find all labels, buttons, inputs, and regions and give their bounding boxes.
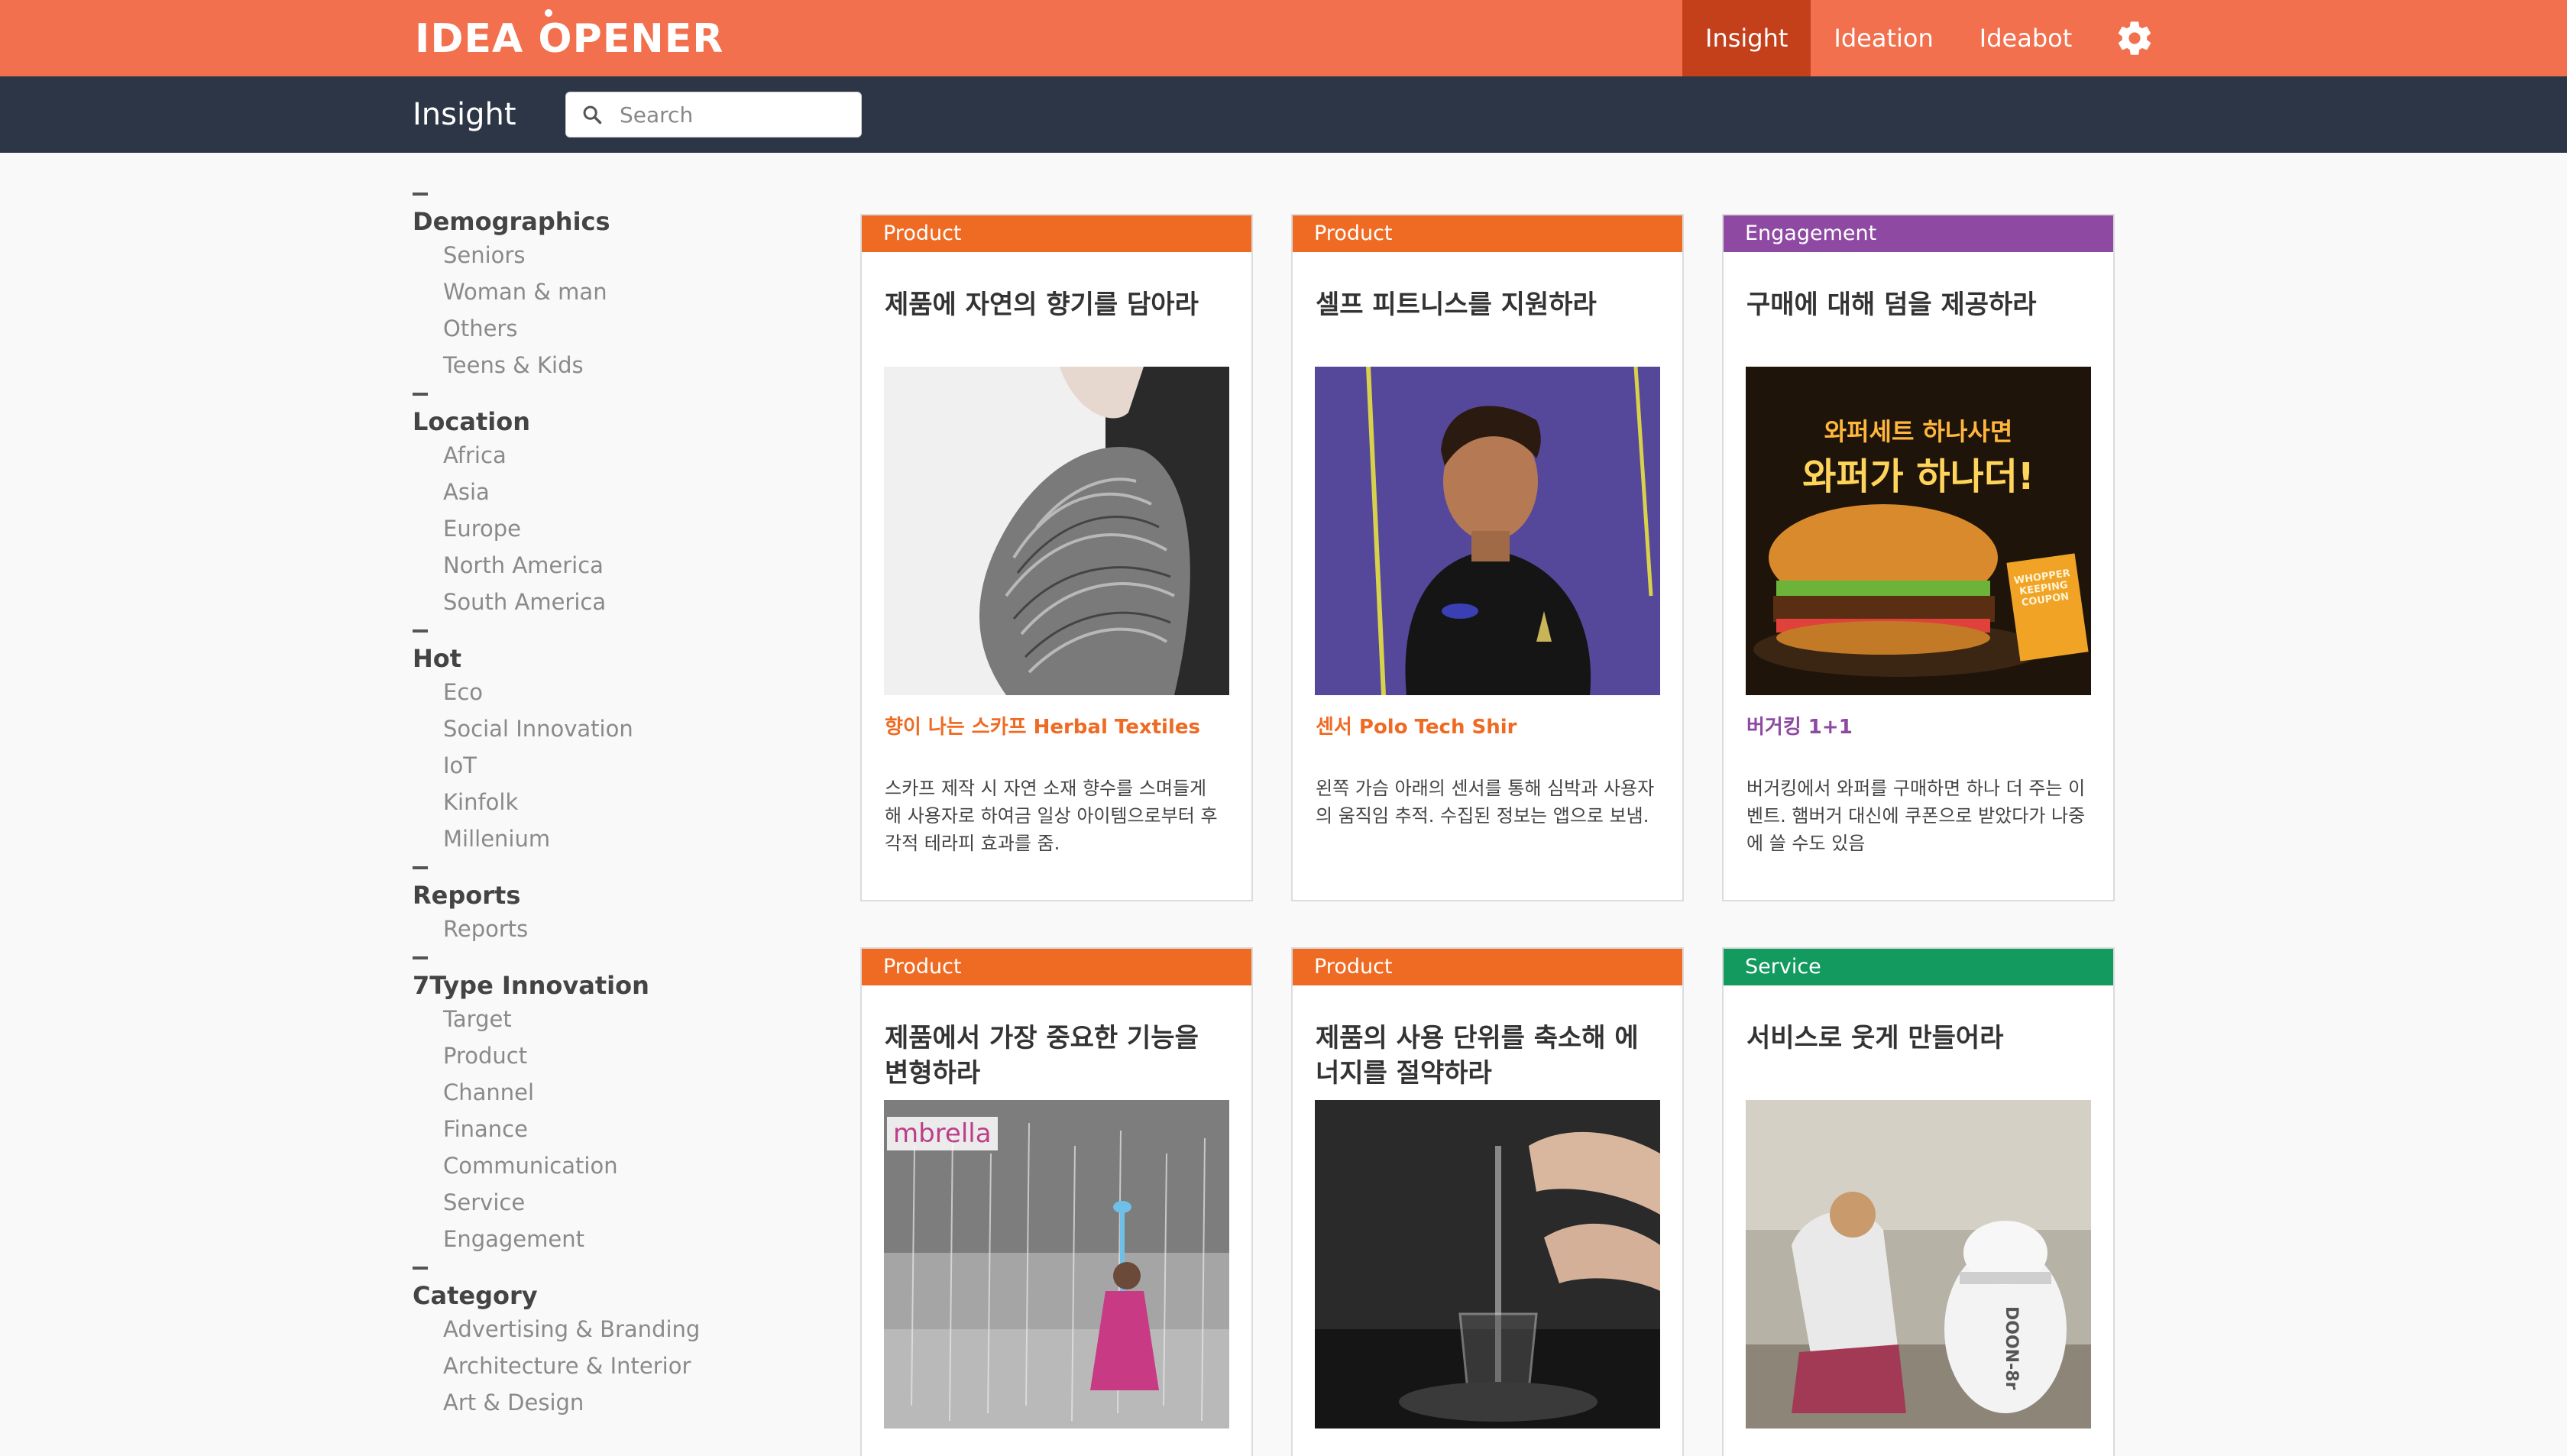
nav-ideation[interactable]: Ideation — [1811, 0, 1956, 76]
card-tag[interactable]: Engagement — [1724, 215, 2113, 252]
ad-headline-2: 와퍼가 하나더! — [1802, 455, 2035, 498]
burger-ad[interactable]: 와퍼세트 하나사면 와퍼가 하나더! WHOPPER KEEPING COUPO… — [1746, 367, 2091, 695]
card-description: 버거킹에서 와퍼를 구매하면 하나 더 주는 이벤트. 햄버거 대신에 쿠폰으로… — [1746, 778, 2086, 854]
top-navbar: IDEA OPENER Insight Ideation Ideabot — [0, 0, 2567, 76]
sidebar-item-millenium[interactable]: Millenium — [413, 820, 749, 857]
main-nav: Insight Ideation Ideabot — [1682, 0, 2095, 76]
card-subtitle[interactable] — [1293, 1445, 1682, 1456]
card-description: 스카프 제작 시 자연 소재 향수를 스며들게 해 사용자로 하여금 일상 아이… — [885, 778, 1218, 854]
logo-text: IDEA OPENER — [415, 16, 724, 62]
sidebar: Demographics Seniors Woman & man Others … — [413, 183, 749, 1430]
sidebar-item-finance[interactable]: Finance — [413, 1111, 749, 1147]
sidebar-heading[interactable]: Category — [413, 1280, 749, 1311]
collapse-dash-icon[interactable] — [413, 1267, 428, 1270]
sidebar-item-iot[interactable]: IoT — [413, 747, 749, 784]
nav-insight[interactable]: Insight — [1682, 0, 1811, 76]
card-title[interactable]: 제품에 자연의 향기를 담아라 — [862, 287, 1251, 359]
card-subtitle[interactable] — [862, 1445, 1251, 1456]
sidebar-item-architecture-interior[interactable]: Architecture & Interior — [413, 1348, 749, 1384]
collapse-dash-icon[interactable] — [413, 956, 428, 959]
sidebar-heading[interactable]: Demographics — [413, 206, 749, 237]
card-subtitle[interactable]: 버거킹 1+1 — [1724, 712, 2113, 743]
sidebar-item-north-america[interactable]: North America — [413, 547, 749, 584]
sidebar-group-category: Category Advertising & Branding Architec… — [413, 1267, 749, 1421]
insight-card[interactable]: Product 제품의 사용 단위를 축소해 에너지를 절약하라 — [1291, 947, 1684, 1456]
card-title[interactable]: 제품의 사용 단위를 축소해 에너지를 절약하라 — [1293, 1021, 1682, 1092]
insight-card[interactable]: Product 제품에 자연의 향기를 담아라 향이 나는 스카프 Herbal… — [860, 214, 1253, 901]
scarf-photo[interactable] — [884, 367, 1229, 695]
sidebar-item-others[interactable]: Others — [413, 310, 749, 347]
insight-card[interactable]: Product 셀프 피트니스를 지원하라 센서 Polo Tech Shir … — [1291, 214, 1684, 901]
nav-ideabot[interactable]: Ideabot — [1957, 0, 2095, 76]
robot-scene-icon — [1746, 1100, 2091, 1428]
umbrella-rain-photo[interactable]: mbrella — [884, 1100, 1229, 1428]
card-title[interactable]: 구매에 대해 덤을 제공하라 — [1724, 287, 2113, 359]
sidebar-group-location: Location Africa Asia Europe North Americ… — [413, 393, 749, 620]
card-subtitle[interactable] — [1724, 1445, 2113, 1456]
card-subtitle[interactable]: 향이 나는 스카프 Herbal Textiles — [862, 712, 1251, 743]
sidebar-heading[interactable]: Hot — [413, 643, 749, 674]
collapse-dash-icon[interactable] — [413, 193, 428, 196]
sidebar-item-africa[interactable]: Africa — [413, 437, 749, 474]
collapse-dash-icon[interactable] — [413, 393, 428, 396]
page-title: Insight — [413, 97, 516, 132]
sidebar-item-service[interactable]: Service — [413, 1184, 749, 1221]
collapse-dash-icon[interactable] — [413, 629, 428, 633]
insight-card[interactable]: Service 서비스로 웃게 만들어라 DOON-8r — [1722, 947, 2115, 1456]
sidebar-group-7type-innovation: 7Type Innovation Target Product Channel … — [413, 956, 749, 1257]
robot-label-text: DOON-8r — [2002, 1306, 2021, 1390]
card-tag[interactable]: Service — [1724, 949, 2113, 985]
search-icon — [583, 105, 602, 125]
card-tag[interactable]: Product — [862, 949, 1251, 985]
card-description: 왼쪽 가슴 아래의 센서를 통해 심박과 사용자의 움직임 추적. 수집된 정보… — [1316, 778, 1655, 827]
sidebar-group-reports: Reports Reports — [413, 866, 749, 947]
search-box[interactable] — [565, 92, 862, 138]
card-subtitle[interactable]: 센서 Polo Tech Shir — [1293, 712, 1682, 743]
sidebar-item-communication[interactable]: Communication — [413, 1147, 749, 1184]
insight-card[interactable]: Product 제품에서 가장 중요한 기능을 변형하라 mbrella — [860, 947, 1253, 1456]
sidebar-item-engagement[interactable]: Engagement — [413, 1221, 749, 1257]
sidebar-item-eco[interactable]: Eco — [413, 674, 749, 710]
sidebar-group-demographics: Demographics Seniors Woman & man Others … — [413, 193, 749, 383]
card-title[interactable]: 서비스로 웃게 만들어라 — [1724, 1021, 2113, 1092]
search-input[interactable] — [620, 102, 849, 128]
card-tag[interactable]: Product — [1293, 949, 1682, 985]
logo[interactable]: IDEA OPENER — [415, 9, 724, 63]
robot-photo[interactable]: DOON-8r — [1746, 1100, 2091, 1428]
sidebar-item-south-america[interactable]: South America — [413, 584, 749, 620]
sub-header: Insight — [0, 76, 2567, 153]
insight-card[interactable]: Engagement 구매에 대해 덤을 제공하라 와퍼세트 하나사면 와퍼가 … — [1722, 214, 2115, 901]
sidebar-item-product[interactable]: Product — [413, 1037, 749, 1074]
ad-headline-1: 와퍼세트 하나사면 — [1824, 417, 2013, 446]
logo-dot-icon — [545, 9, 552, 17]
sidebar-item-art-design[interactable]: Art & Design — [413, 1384, 749, 1421]
sidebar-heading[interactable]: Location — [413, 406, 749, 437]
sidebar-item-teens-kids[interactable]: Teens & Kids — [413, 347, 749, 383]
sidebar-heading[interactable]: 7Type Innovation — [413, 970, 749, 1001]
sidebar-item-channel[interactable]: Channel — [413, 1074, 749, 1111]
sidebar-item-advertising-branding[interactable]: Advertising & Branding — [413, 1311, 749, 1348]
card-title[interactable]: 셀프 피트니스를 지원하라 — [1293, 287, 1682, 359]
gear-icon[interactable] — [2115, 18, 2154, 58]
umbrella-brand-text: mbrella — [887, 1117, 998, 1150]
sidebar-item-asia[interactable]: Asia — [413, 474, 749, 510]
card-tag[interactable]: Product — [1293, 215, 1682, 252]
collapse-dash-icon[interactable] — [413, 866, 428, 869]
sidebar-item-social-innovation[interactable]: Social Innovation — [413, 710, 749, 747]
sidebar-group-hot: Hot Eco Social Innovation IoT Kinfolk Mi… — [413, 629, 749, 857]
card-tag[interactable]: Product — [862, 215, 1251, 252]
water-heater-photo[interactable] — [1315, 1100, 1660, 1428]
sidebar-item-europe[interactable]: Europe — [413, 510, 749, 547]
sidebar-item-target[interactable]: Target — [413, 1001, 749, 1037]
sidebar-item-reports[interactable]: Reports — [413, 911, 749, 947]
sidebar-item-seniors[interactable]: Seniors — [413, 237, 749, 273]
card-title[interactable]: 제품에서 가장 중요한 기능을 변형하라 — [862, 1021, 1251, 1092]
sidebar-heading[interactable]: Reports — [413, 880, 749, 911]
tennis-player-photo[interactable] — [1315, 367, 1660, 695]
sidebar-item-woman-man[interactable]: Woman & man — [413, 273, 749, 310]
sidebar-item-kinfolk[interactable]: Kinfolk — [413, 784, 749, 820]
